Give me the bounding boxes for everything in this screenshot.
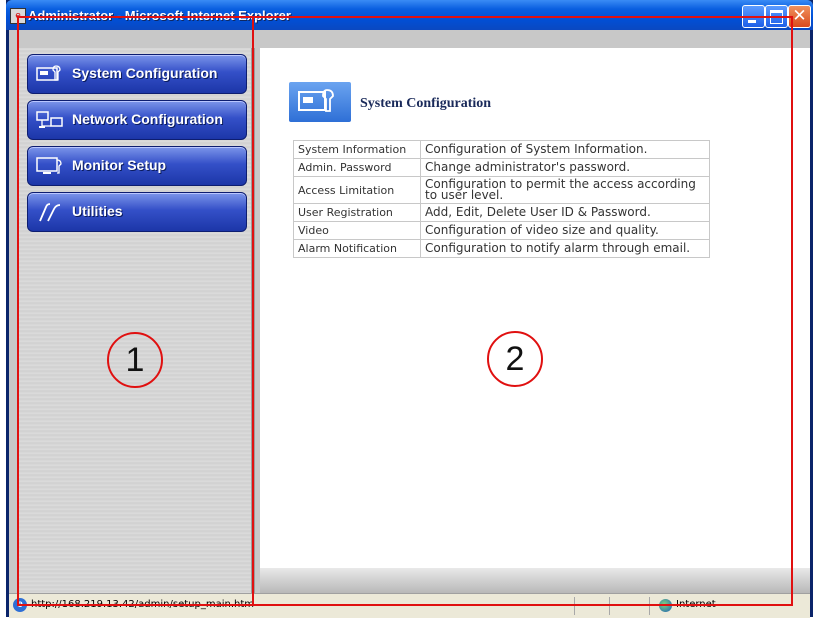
item-description: Configuration to notify alarm through em… [420, 239, 710, 258]
system-config-icon [36, 65, 61, 81]
menu-utilities[interactable]: Utilities [27, 192, 247, 232]
security-zone: Internet [676, 599, 716, 610]
table-row[interactable]: System Information Configuration of Syst… [293, 140, 710, 159]
callout-1: 1 [107, 332, 163, 388]
minimize-button[interactable] [742, 5, 765, 28]
item-name[interactable]: System Information [293, 140, 421, 159]
table-row[interactable]: Alarm Notification Configuration to noti… [293, 239, 710, 258]
menu-label: Monitor Setup [72, 157, 167, 173]
status-bar: e http://168.219.13.42/admin/setup_main.… [9, 593, 810, 618]
item-name[interactable]: Access Limitation [293, 176, 421, 204]
item-description: Configuration of video size and quality. [420, 221, 710, 240]
title-bar: e Administrator - Microsoft Internet Exp… [6, 0, 813, 30]
item-description: Configuration to permit the access accor… [420, 176, 710, 204]
item-name[interactable]: Admin. Password [293, 158, 421, 177]
menu-monitor-setup[interactable]: Monitor Setup [27, 146, 247, 186]
status-divider [649, 597, 650, 615]
item-name[interactable]: User Registration [293, 203, 421, 222]
status-divider [609, 597, 610, 615]
browser-window: e Administrator - Microsoft Internet Exp… [6, 0, 813, 618]
menu-label: System Configuration [72, 65, 218, 81]
close-button[interactable]: ✕ [788, 5, 811, 28]
item-name[interactable]: Alarm Notification [293, 239, 421, 258]
config-table: System Information Configuration of Syst… [293, 140, 710, 258]
item-description: Configuration of System Information. [420, 140, 710, 159]
menu-system-configuration[interactable]: System Configuration [27, 54, 247, 94]
item-description: Add, Edit, Delete User ID & Password. [420, 203, 710, 222]
menu-label: Network Configuration [72, 111, 223, 127]
utilities-icon [39, 203, 61, 222]
page-icon: e [13, 598, 27, 612]
window-title: Administrator - Microsoft Internet Explo… [28, 8, 291, 23]
system-config-icon [289, 82, 351, 122]
content-footer-bar [260, 568, 810, 593]
menu-network-configuration[interactable]: Network Configuration [27, 100, 247, 140]
table-row[interactable]: Access Limitation Configuration to permi… [293, 176, 710, 204]
table-row[interactable]: Admin. Password Change administrator's p… [293, 158, 710, 177]
network-config-icon [36, 111, 63, 128]
page-title: System Configuration [360, 96, 492, 111]
item-description: Change administrator's password. [420, 158, 710, 177]
table-row[interactable]: Video Configuration of video size and qu… [293, 221, 710, 240]
menu-label: Utilities [72, 203, 123, 219]
item-name[interactable]: Video [293, 221, 421, 240]
callout-2: 2 [487, 331, 543, 387]
main-content: System Configuration System Information … [260, 48, 810, 568]
page-frame: System Configuration Network Configurati… [9, 30, 810, 593]
sidebar: System Configuration Network Configurati… [19, 48, 255, 593]
globe-icon [659, 599, 672, 612]
table-row[interactable]: User Registration Add, Edit, Delete User… [293, 203, 710, 222]
maximize-button[interactable] [765, 5, 788, 28]
status-divider [574, 597, 575, 615]
status-url: http://168.219.13.42/admin/setup_main.ht… [31, 599, 254, 610]
ie-icon: e [10, 8, 26, 24]
monitor-icon [36, 157, 62, 174]
